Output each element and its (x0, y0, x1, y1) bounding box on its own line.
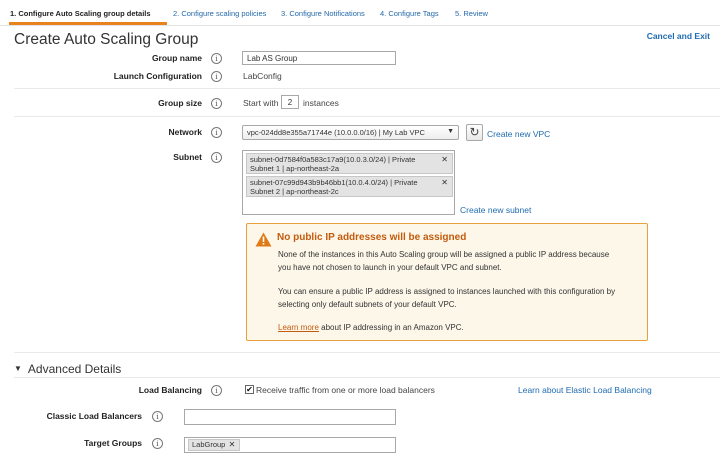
warning-learn-more-line: Learn more about IP addressing in an Ama… (278, 322, 640, 335)
info-icon[interactable]: i (211, 385, 222, 396)
info-icon[interactable]: i (211, 127, 222, 138)
group-size-suffix: instances (303, 98, 339, 108)
subnet-multiselect[interactable]: subnet-0d7584f0a583c17a9(10.0.3.0/24) | … (242, 150, 455, 215)
close-icon[interactable]: ✕ (229, 440, 236, 450)
close-icon[interactable]: ✕ (441, 155, 448, 164)
info-icon[interactable]: i (152, 438, 163, 449)
receive-traffic-checkbox[interactable]: ✔ (245, 385, 254, 394)
advanced-details-toggle[interactable]: ▼ Advanced Details (14, 362, 121, 376)
launch-configuration-value: LabConfig (243, 71, 282, 81)
warning-paragraph: You can ensure a public IP address is as… (278, 286, 640, 311)
divider (14, 352, 720, 353)
classic-load-balancers-input[interactable] (184, 409, 396, 425)
cancel-and-exit-link[interactable]: Cancel and Exit (647, 31, 710, 41)
warning-title: No public IP addresses will be assigned (277, 232, 467, 243)
target-group-chip: LabGroup ✕ (188, 439, 241, 451)
divider (14, 377, 720, 378)
create-new-vpc-link[interactable]: Create new VPC (487, 129, 550, 139)
tab-review[interactable]: 5. Review (455, 9, 488, 18)
close-icon[interactable]: ✕ (441, 178, 448, 187)
create-new-subnet-link[interactable]: Create new subnet (460, 205, 531, 215)
group-name-input[interactable] (242, 51, 396, 65)
advanced-details-title: Advanced Details (27, 362, 122, 376)
divider (14, 88, 720, 89)
subnet-chip: subnet-07c99d943b9b46bb1(10.0.4.0/24) | … (246, 176, 453, 197)
info-icon[interactable]: i (211, 71, 222, 82)
group-size-input[interactable] (281, 95, 299, 109)
group-name-label: Group name (151, 53, 202, 63)
divider (14, 116, 720, 117)
subnet-chip: subnet-0d7584f0a583c17a9(10.0.3.0/24) | … (246, 153, 453, 174)
chevron-down-icon: ▼ (447, 128, 454, 135)
wizard-tabs: 1. Configure Auto Scaling group details … (0, 0, 720, 26)
launch-configuration-label: Launch Configuration (113, 71, 202, 81)
active-tab-indicator (9, 22, 167, 25)
info-icon[interactable]: i (152, 411, 163, 422)
tab-configure-tags[interactable]: 4. Configure Tags (380, 9, 439, 18)
info-icon[interactable]: i (211, 98, 222, 109)
subnet-chip-line1: subnet-0d7584f0a583c17a9(10.0.3.0/24) | … (250, 155, 416, 164)
load-balancing-label: Load Balancing (138, 385, 202, 395)
warning-alert: No public IP addresses will be assigned … (246, 223, 648, 341)
subnet-chip-line2: Subnet 1 | ap-northeast-2a (250, 164, 340, 173)
refresh-icon[interactable]: ↻ (466, 124, 483, 141)
learn-more-link[interactable]: Learn more (278, 323, 319, 332)
warning-text-line: None of the instances in this Auto Scali… (278, 250, 610, 259)
target-group-chip-label: LabGroup (192, 440, 226, 449)
info-icon[interactable]: i (211, 152, 222, 163)
tab-configure-notifications[interactable]: 3. Configure Notifications (281, 9, 365, 18)
learn-more-suffix: about IP addressing in an Amazon VPC. (318, 323, 464, 332)
subnet-chip-line2: Subnet 2 | ap-northeast-2c (250, 187, 339, 196)
subnet-label: Subnet (173, 152, 202, 162)
tab-configure-group-details[interactable]: 1. Configure Auto Scaling group details (10, 9, 151, 18)
learn-about-elb-link[interactable]: Learn about Elastic Load Balancing (518, 385, 652, 395)
classic-load-balancers-label: Classic Load Balancers (46, 411, 142, 421)
warning-paragraph: None of the instances in this Auto Scali… (278, 249, 640, 274)
group-size-prefix: Start with (243, 98, 279, 108)
network-select[interactable]: vpc-024dd8e355a71744e (10.0.0.0/16) | My… (242, 125, 459, 140)
page-title: Create Auto Scaling Group (14, 31, 199, 48)
info-icon[interactable]: i (211, 53, 222, 64)
chevron-down-icon: ▼ (14, 364, 22, 373)
warning-text-line: you have not chosen to launch in your de… (278, 262, 502, 272)
target-groups-multiselect[interactable]: LabGroup ✕ (184, 437, 396, 453)
warning-icon (255, 232, 272, 247)
tab-configure-scaling-policies[interactable]: 2. Configure scaling policies (173, 9, 266, 18)
network-label: Network (168, 127, 202, 137)
warning-text-line: You can ensure a public IP address is as… (278, 287, 616, 296)
target-groups-label: Target Groups (84, 438, 142, 448)
warning-text-line: selecting only default subnets of your d… (278, 299, 457, 309)
group-size-label: Group size (158, 98, 202, 108)
network-select-value: vpc-024dd8e355a71744e (10.0.0.0/16) | My… (247, 128, 425, 137)
subnet-chip-line1: subnet-07c99d943b9b46bb1(10.0.4.0/24) | … (250, 178, 418, 187)
receive-traffic-label: Receive traffic from one or more load ba… (256, 385, 435, 395)
